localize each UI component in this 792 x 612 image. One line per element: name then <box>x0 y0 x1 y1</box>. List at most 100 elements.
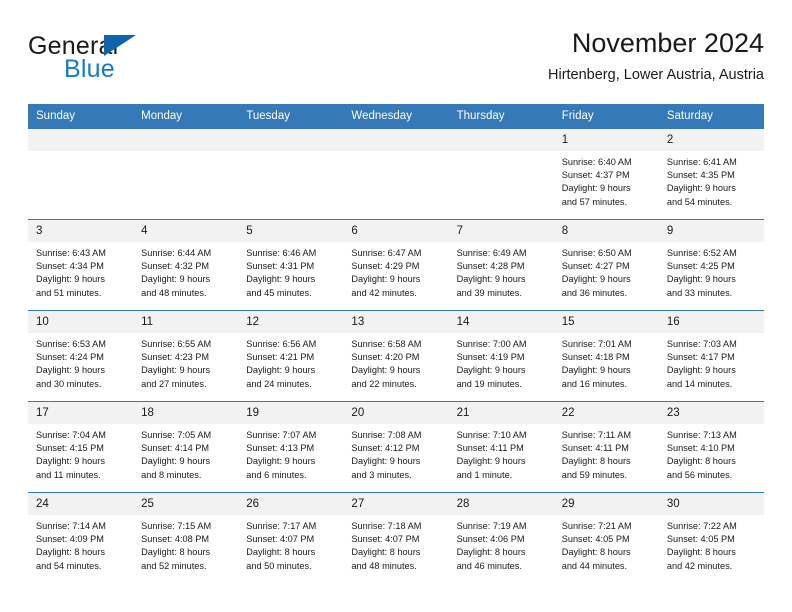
calendar-week-row: 17 Sunrise: 7:04 AM Sunset: 4:15 PM Dayligh… <box>28 401 764 493</box>
calendar-day-cell[interactable]: 27 Sunrise: 7:18 AM Sunset: 4:07 PM Dayligh… <box>343 492 449 583</box>
day-number: 6 <box>343 220 449 242</box>
calendar-day-cell[interactable]: 22 Sunrise: 7:11 AM Sunset: 4:11 PM Dayligh… <box>553 401 659 493</box>
calendar-day-cell[interactable]: 28 Sunrise: 7:19 AM Sunset: 4:06 PM Dayligh… <box>448 492 554 583</box>
calendar-day-cell[interactable]: 5 Sunrise: 6:46 AM Sunset: 4:31 PM Daylight… <box>238 219 344 311</box>
sunrise-text: Sunrise: 6:44 AM <box>141 248 212 258</box>
sunset-text: Sunset: 4:24 PM <box>36 352 104 363</box>
calendar-day-cell[interactable]: 9 Sunrise: 6:52 AM Sunset: 4:25 PM Daylight… <box>658 219 764 311</box>
daylight-text-line2: and 19 minutes. <box>456 378 522 389</box>
day-number: 9 <box>658 220 764 242</box>
weekday-header-tuesday: Tuesday <box>238 104 344 129</box>
daylight-text-line1: Daylight: 9 hours <box>141 365 211 376</box>
day-number: 29 <box>553 493 659 515</box>
calendar-week-row: 24 Sunrise: 7:14 AM Sunset: 4:09 PM Dayligh… <box>28 492 764 583</box>
calendar-day-cell[interactable]: 14 Sunrise: 7:00 AM Sunset: 4:19 PM Dayligh… <box>448 310 554 402</box>
day-details: Sunrise: 7:21 AM Sunset: 4:05 PM Daylight:… <box>554 515 659 573</box>
sunrise-text: Sunrise: 7:18 AM <box>351 521 422 531</box>
page-header: General Blue November 2024 Hirtenberg, L… <box>28 26 764 92</box>
sunrise-text: Sunrise: 7:10 AM <box>456 430 527 440</box>
daylight-text-line1: Daylight: 8 hours <box>666 547 736 558</box>
calendar-day-cell[interactable]: 23 Sunrise: 7:13 AM Sunset: 4:10 PM Dayligh… <box>658 401 764 493</box>
calendar-day-cell[interactable]: 13 Sunrise: 6:58 AM Sunset: 4:20 PM Dayligh… <box>343 310 449 402</box>
day-number: 3 <box>28 220 134 242</box>
calendar-day-cell[interactable]: 19 Sunrise: 7:07 AM Sunset: 4:13 PM Dayligh… <box>238 401 344 493</box>
day-details: Sunrise: 7:00 AM Sunset: 4:19 PM Daylight:… <box>449 333 554 391</box>
calendar-day-cell[interactable]: 25 Sunrise: 7:15 AM Sunset: 4:08 PM Dayligh… <box>133 492 239 583</box>
sunset-text: Sunset: 4:05 PM <box>666 534 735 545</box>
calendar-day-cell[interactable]: 3 Sunrise: 6:43 AM Sunset: 4:34 PM Daylight… <box>28 219 134 311</box>
day-details: Sunrise: 7:11 AM Sunset: 4:11 PM Daylight:… <box>554 424 659 482</box>
daylight-text-line2: and 24 minutes. <box>246 378 312 389</box>
day-number: 11 <box>133 311 239 333</box>
calendar-day-cell[interactable]: 7 Sunrise: 6:49 AM Sunset: 4:28 PM Daylight… <box>448 219 554 311</box>
sunset-text: Sunset: 4:25 PM <box>666 261 735 272</box>
weekday-header-sunday: Sunday <box>28 104 134 129</box>
sunrise-text: Sunrise: 7:04 AM <box>36 430 106 440</box>
calendar-day-cell[interactable]: 17 Sunrise: 7:04 AM Sunset: 4:15 PM Dayligh… <box>28 401 134 493</box>
daylight-text-line2: and 48 minutes. <box>141 287 207 298</box>
logo-text-blue: Blue <box>64 55 115 83</box>
day-number: 24 <box>28 493 134 515</box>
calendar-day-cell[interactable]: 12 Sunrise: 6:56 AM Sunset: 4:21 PM Dayligh… <box>238 310 344 402</box>
calendar-day-cell[interactable]: 11 Sunrise: 6:55 AM Sunset: 4:23 PM Dayligh… <box>133 310 239 402</box>
day-details: Sunrise: 7:17 AM Sunset: 4:07 PM Daylight:… <box>238 515 343 573</box>
daylight-text-line1: Daylight: 9 hours <box>141 456 211 467</box>
day-number: 5 <box>238 220 344 242</box>
calendar-day-cell[interactable]: 26 Sunrise: 7:17 AM Sunset: 4:07 PM Dayligh… <box>238 492 344 583</box>
daylight-text-line1: Daylight: 9 hours <box>456 274 526 285</box>
weekday-header-thursday: Thursday <box>448 104 554 129</box>
calendar-day-cell[interactable]: 24 Sunrise: 7:14 AM Sunset: 4:09 PM Dayligh… <box>28 492 134 583</box>
day-details: Sunrise: 6:50 AM Sunset: 4:27 PM Daylight:… <box>554 242 659 300</box>
calendar-day-cell[interactable]: 4 Sunrise: 6:44 AM Sunset: 4:32 PM Daylight… <box>133 219 239 311</box>
daylight-text-line2: and 42 minutes. <box>666 560 733 571</box>
calendar-day-cell[interactable]: 30 Sunrise: 7:22 AM Sunset: 4:05 PM Dayligh… <box>658 492 764 583</box>
day-details: Sunrise: 7:22 AM Sunset: 4:05 PM Daylight:… <box>659 515 764 573</box>
day-details: Sunrise: 6:43 AM Sunset: 4:34 PM Daylight:… <box>28 242 133 300</box>
daylight-text-line1: Daylight: 8 hours <box>561 547 631 558</box>
calendar-header-row: Sunday Monday Tuesday Wednesday Thursday… <box>28 104 764 129</box>
daylight-text-line1: Daylight: 9 hours <box>351 456 421 467</box>
calendar-week-row: 10 Sunrise: 6:53 AM Sunset: 4:24 PM Dayligh… <box>28 310 764 402</box>
daylight-text-line2: and 54 minutes. <box>666 196 733 207</box>
day-details: Sunrise: 7:05 AM Sunset: 4:14 PM Daylight:… <box>133 424 238 482</box>
day-number: 1 <box>553 129 659 151</box>
daylight-text-line1: Daylight: 9 hours <box>456 456 526 467</box>
sunset-text: Sunset: 4:08 PM <box>141 534 210 545</box>
daylight-text-line2: and 36 minutes. <box>561 287 628 298</box>
day-number: 21 <box>448 402 554 424</box>
calendar-day-cell[interactable]: 18 Sunrise: 7:05 AM Sunset: 4:14 PM Dayligh… <box>133 401 239 493</box>
calendar-cell-empty <box>133 128 239 220</box>
sunrise-text: Sunrise: 7:15 AM <box>141 521 212 531</box>
calendar-day-cell[interactable]: 20 Sunrise: 7:08 AM Sunset: 4:12 PM Dayligh… <box>343 401 449 493</box>
calendar-day-cell[interactable]: 15 Sunrise: 7:01 AM Sunset: 4:18 PM Dayligh… <box>553 310 659 402</box>
calendar-body: 1 Sunrise: 6:40 AM Sunset: 4:37 PM Daylight… <box>28 128 764 583</box>
general-blue-logo[interactable]: General Blue <box>28 32 248 90</box>
calendar-day-cell[interactable]: 1 Sunrise: 6:40 AM Sunset: 4:37 PM Daylight… <box>553 128 659 220</box>
sunset-text: Sunset: 4:12 PM <box>351 443 420 454</box>
page-subtitle: Hirtenberg, Lower Austria, Austria <box>548 67 764 83</box>
day-number: 26 <box>238 493 344 515</box>
day-number: 17 <box>28 402 134 424</box>
calendar-day-cell[interactable]: 16 Sunrise: 7:03 AM Sunset: 4:17 PM Dayligh… <box>658 310 764 402</box>
sunrise-text: Sunrise: 7:13 AM <box>666 430 737 440</box>
daylight-text-line2: and 33 minutes. <box>666 287 733 298</box>
calendar-day-cell[interactable]: 21 Sunrise: 7:10 AM Sunset: 4:11 PM Dayligh… <box>448 401 554 493</box>
daylight-text-line2: and 16 minutes. <box>561 378 628 389</box>
daylight-text-line2: and 52 minutes. <box>141 560 207 571</box>
calendar-day-cell[interactable]: 6 Sunrise: 6:47 AM Sunset: 4:29 PM Daylight… <box>343 219 449 311</box>
daylight-text-line1: Daylight: 8 hours <box>561 456 631 467</box>
daylight-text-line2: and 11 minutes. <box>36 469 101 480</box>
calendar-day-cell[interactable]: 8 Sunrise: 6:50 AM Sunset: 4:27 PM Daylight… <box>553 219 659 311</box>
daylight-text-line2: and 39 minutes. <box>456 287 522 298</box>
sunset-text: Sunset: 4:35 PM <box>666 170 735 181</box>
calendar-day-cell[interactable]: 29 Sunrise: 7:21 AM Sunset: 4:05 PM Dayligh… <box>553 492 659 583</box>
day-details: Sunrise: 6:56 AM Sunset: 4:21 PM Daylight:… <box>238 333 343 391</box>
daylight-text-line1: Daylight: 9 hours <box>456 365 526 376</box>
day-details: Sunrise: 7:07 AM Sunset: 4:13 PM Daylight:… <box>238 424 343 482</box>
day-number: 25 <box>133 493 239 515</box>
calendar-day-cell[interactable]: 10 Sunrise: 6:53 AM Sunset: 4:24 PM Dayligh… <box>28 310 134 402</box>
sunrise-text: Sunrise: 7:22 AM <box>666 521 737 531</box>
day-number: 19 <box>238 402 344 424</box>
day-details: Sunrise: 6:49 AM Sunset: 4:28 PM Daylight:… <box>449 242 554 300</box>
calendar-day-cell[interactable]: 2 Sunrise: 6:41 AM Sunset: 4:35 PM Daylight… <box>658 128 764 220</box>
